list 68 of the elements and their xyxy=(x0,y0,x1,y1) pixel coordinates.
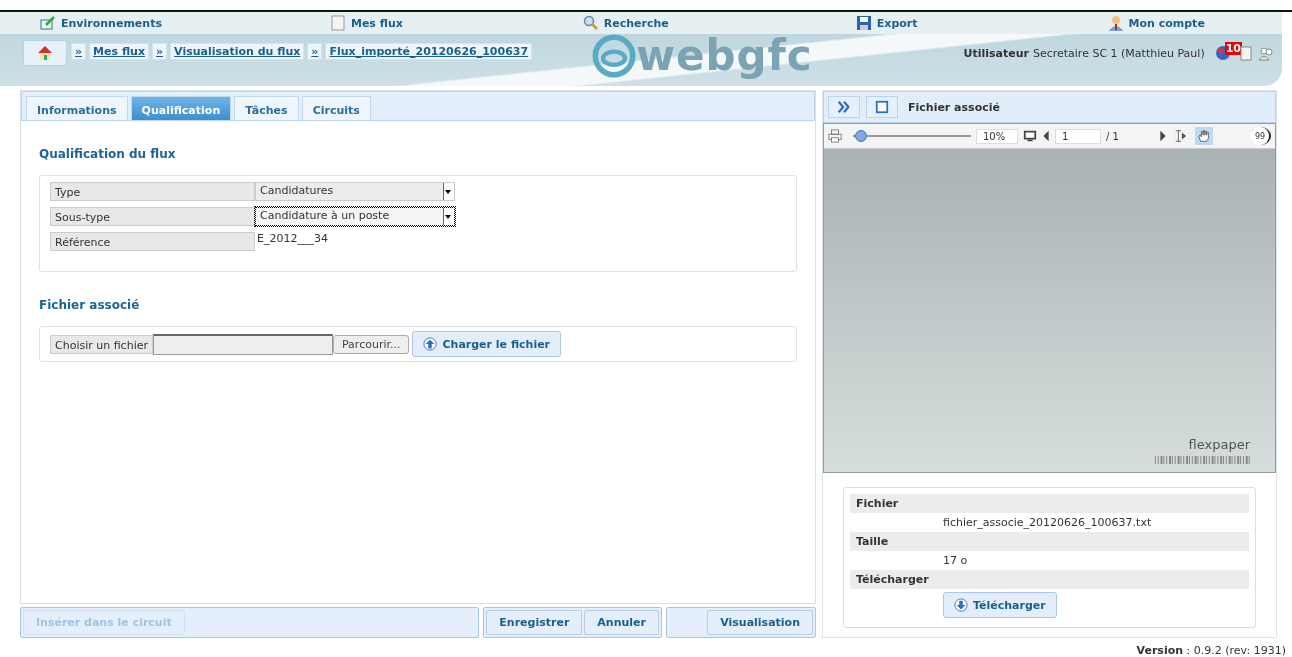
download-icon xyxy=(954,598,968,612)
home-button[interactable] xyxy=(23,40,67,66)
fullscreen-button[interactable] xyxy=(866,96,898,118)
tab[interactable]: Circuits xyxy=(301,96,371,120)
house-icon xyxy=(37,45,53,61)
slider-thumb[interactable] xyxy=(855,130,868,142)
info-value: 17 o xyxy=(943,554,968,567)
field-label: Référence xyxy=(50,232,255,251)
field-value: E_2012___34 xyxy=(256,232,328,245)
page-field[interactable]: 1 xyxy=(1055,128,1101,144)
field-label: Sous-type xyxy=(50,207,255,226)
breadcrumb-separator: » xyxy=(307,43,323,60)
tab[interactable]: Informations xyxy=(26,96,128,120)
zoom-field[interactable]: 10% xyxy=(976,128,1018,144)
browse-button[interactable]: Parcourir... xyxy=(333,334,410,354)
previous-icon[interactable] xyxy=(1042,129,1050,143)
section-title: Fichier associé xyxy=(39,298,141,312)
info-label: Fichier xyxy=(850,494,1249,513)
monitor-icon[interactable] xyxy=(1023,129,1037,143)
nav-link[interactable]: Mes flux xyxy=(329,15,403,31)
next-icon[interactable] xyxy=(1159,129,1167,143)
users-icon[interactable] xyxy=(1258,45,1274,61)
action-button[interactable]: Visualisation xyxy=(707,610,813,635)
upload-button[interactable]: Charger le fichier xyxy=(412,331,562,357)
breadcrumb-link[interactable]: Visualisation du flux xyxy=(170,43,305,60)
nav-link[interactable]: Mon compte xyxy=(1107,15,1205,31)
double-chevron-icon xyxy=(837,100,851,114)
swirl-icon xyxy=(592,34,637,78)
nav-link[interactable]: Recherche xyxy=(582,15,669,31)
tab[interactable]: Tâches xyxy=(234,96,299,120)
caret-icon xyxy=(444,212,452,221)
nav-link[interactable]: Export xyxy=(855,15,918,31)
breadcrumb-separator: » xyxy=(71,43,87,60)
info-label: Télécharger xyxy=(850,570,1249,589)
caret-icon xyxy=(444,187,452,196)
info-value: fichier_associe_20120626_100637.txt xyxy=(943,516,1152,529)
select-field[interactable]: Candidatures xyxy=(255,182,455,201)
breadcrumb-separator: » xyxy=(152,43,168,60)
frame-icon xyxy=(875,100,889,114)
panel-title: Fichier associé xyxy=(908,100,1000,114)
upload-icon xyxy=(423,337,438,351)
nav-link[interactable]: Environnements xyxy=(40,15,162,31)
hand-icon[interactable] xyxy=(1195,127,1213,145)
collapse-button[interactable] xyxy=(828,96,860,118)
select-field[interactable]: Candidature à un poste xyxy=(255,207,455,226)
user-label: Utilisateur xyxy=(963,46,1029,60)
logo: webgfc xyxy=(592,34,813,78)
user-icon xyxy=(1107,15,1124,31)
zoom-slider[interactable] xyxy=(853,130,971,142)
file-input[interactable] xyxy=(153,333,333,355)
action-button[interactable]: Annuler xyxy=(584,610,659,635)
page-count: / 1 xyxy=(1106,130,1120,142)
print-icon[interactable] xyxy=(828,129,842,143)
info-label: Taille xyxy=(850,532,1249,551)
user-name: Secretaire SC 1 (Matthieu Paul) xyxy=(1032,46,1205,60)
field-label: Type xyxy=(50,182,255,201)
download-button[interactable]: Télécharger xyxy=(943,592,1057,618)
version-text: Version : 0.9.2 (rev: 1931) xyxy=(1136,644,1286,657)
counter-badge: 99 xyxy=(1251,127,1271,145)
field-label: Choisir un fichier xyxy=(50,334,153,354)
section-title: Qualification du flux xyxy=(39,147,177,161)
edit-icon xyxy=(40,15,56,31)
brand-label: flexpaper xyxy=(1188,437,1250,452)
action-button[interactable]: Enregistrer xyxy=(486,610,583,635)
page-icon xyxy=(329,15,346,31)
search-icon xyxy=(582,15,599,31)
breadcrumb-link[interactable]: Mes flux xyxy=(89,43,149,60)
breadcrumb-link[interactable]: Flux_importé_20120626_100637 xyxy=(325,43,533,60)
